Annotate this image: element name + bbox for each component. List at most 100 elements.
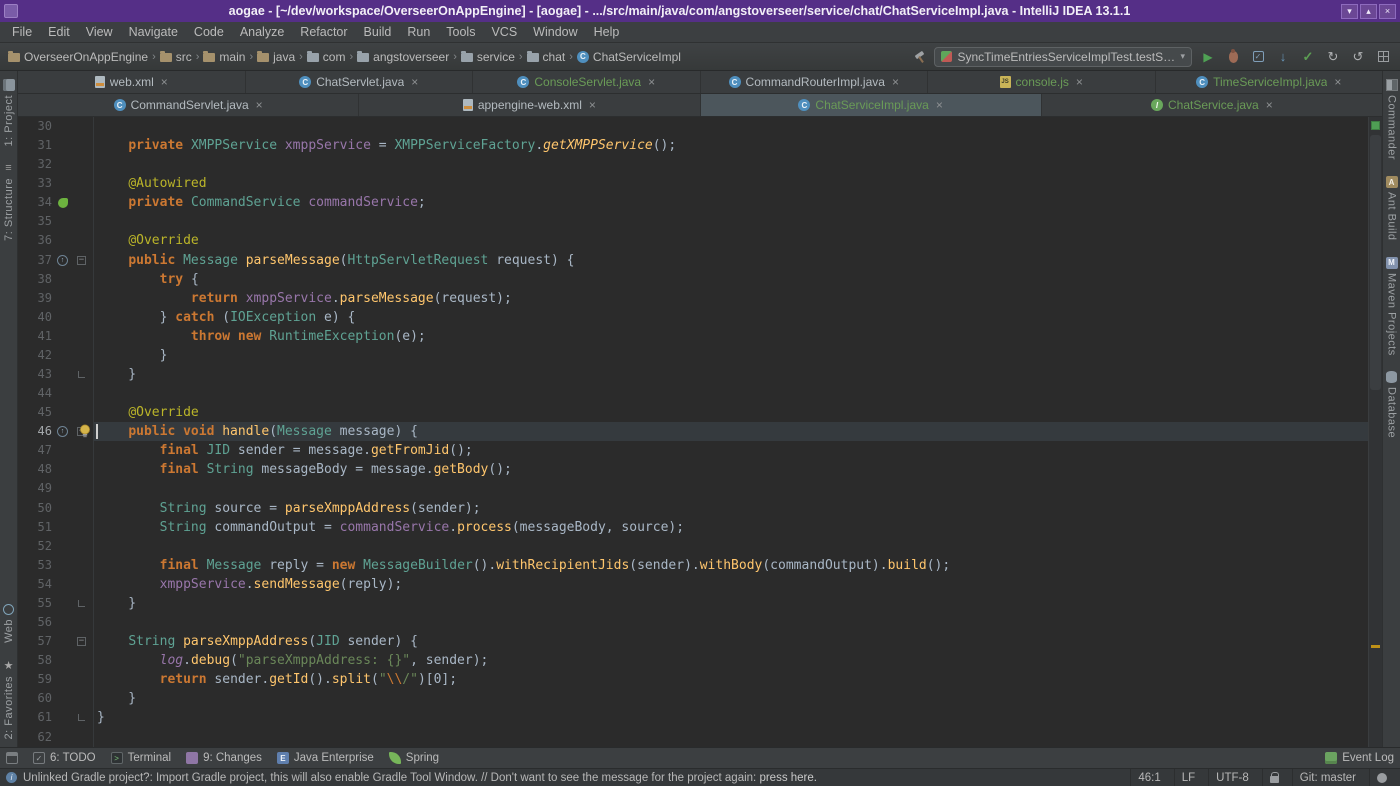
menu-window[interactable]: Window bbox=[525, 23, 585, 41]
close-button[interactable]: × bbox=[1379, 3, 1396, 19]
breadcrumb-java[interactable]: java bbox=[257, 50, 295, 64]
tab-consoleservlet-java[interactable]: C ConsoleServlet.java × bbox=[473, 71, 701, 93]
error-stripe-scrollbar[interactable] bbox=[1368, 117, 1382, 747]
fold-column[interactable] bbox=[73, 575, 90, 594]
lock-indicator[interactable] bbox=[1261, 769, 1286, 786]
gutter-line-34[interactable]: 34 bbox=[18, 193, 94, 213]
fold-end-icon[interactable] bbox=[78, 371, 85, 379]
gutter-line-36[interactable]: 36 bbox=[18, 231, 94, 251]
gutter-line-52[interactable]: 52 bbox=[18, 536, 94, 556]
breadcrumb-chatserviceimpl[interactable]: C ChatServiceImpl bbox=[576, 50, 681, 64]
export-settings-button[interactable] bbox=[1374, 48, 1392, 66]
line-number[interactable]: 43 bbox=[18, 365, 52, 384]
line-number[interactable]: 59 bbox=[18, 670, 52, 689]
fold-column[interactable] bbox=[73, 537, 90, 556]
breadcrumb-service[interactable]: service bbox=[460, 50, 515, 64]
line-number[interactable]: 42 bbox=[18, 346, 52, 365]
menu-help[interactable]: Help bbox=[586, 23, 628, 41]
line-number[interactable]: 36 bbox=[18, 231, 52, 250]
menu-build[interactable]: Build bbox=[356, 23, 400, 41]
tool-window-button-commander[interactable]: Commander bbox=[1385, 71, 1398, 168]
tab-close-icon[interactable]: × bbox=[892, 75, 899, 89]
gutter-line-57[interactable]: 57 − bbox=[18, 632, 94, 652]
gutter-line-58[interactable]: 58 bbox=[18, 651, 94, 671]
code-text[interactable] bbox=[94, 117, 1368, 136]
make-project-icon[interactable] bbox=[914, 50, 927, 63]
line-number[interactable]: 38 bbox=[18, 270, 52, 289]
tool-button-6-todo[interactable]: ✓ 6: TODO bbox=[33, 752, 96, 764]
highlighting-level-indicator[interactable] bbox=[1369, 769, 1394, 786]
line-number[interactable]: 37 bbox=[18, 251, 52, 270]
code-text[interactable]: xmppService.sendMessage(reply); bbox=[94, 575, 1368, 594]
gutter-line-53[interactable]: 53 bbox=[18, 555, 94, 575]
fold-column[interactable] bbox=[73, 193, 90, 212]
gutter-line-39[interactable]: 39 bbox=[18, 288, 94, 308]
code-text[interactable]: final JID sender = message.getFromJid(); bbox=[94, 441, 1368, 460]
line-separator-indicator[interactable]: LF bbox=[1173, 769, 1202, 786]
vcs-history-button[interactable]: ↻ bbox=[1324, 48, 1342, 66]
gutter-line-31[interactable]: 31 bbox=[18, 136, 94, 156]
info-icon[interactable]: i bbox=[6, 772, 17, 783]
gutter-line-49[interactable]: 49 bbox=[18, 479, 94, 499]
fold-column[interactable] bbox=[73, 174, 90, 193]
fold-column[interactable] bbox=[73, 327, 90, 346]
code-text[interactable]: final Message reply = new MessageBuilder… bbox=[94, 556, 1368, 575]
code-text[interactable]: throw new RuntimeException(e); bbox=[94, 327, 1368, 346]
tool-button-java-enterprise[interactable]: E Java Enterprise bbox=[276, 752, 374, 764]
fold-end-icon[interactable] bbox=[78, 599, 85, 607]
menu-refactor[interactable]: Refactor bbox=[292, 23, 355, 41]
gutter-line-59[interactable]: 59 bbox=[18, 670, 94, 690]
breadcrumb-main[interactable]: main bbox=[203, 50, 245, 64]
code-text[interactable]: } bbox=[94, 689, 1368, 708]
fold-column[interactable] bbox=[73, 117, 90, 136]
fold-column[interactable] bbox=[73, 308, 90, 327]
code-text[interactable]: } bbox=[94, 708, 1368, 727]
line-number[interactable]: 58 bbox=[18, 651, 52, 670]
line-number[interactable]: 30 bbox=[18, 117, 52, 136]
tab-close-icon[interactable]: × bbox=[161, 75, 168, 89]
code-editor[interactable]: 30 31 private XMPPService xmppService = X… bbox=[18, 117, 1368, 747]
code-text[interactable] bbox=[94, 728, 1368, 747]
code-text[interactable]: String parseXmppAddress(JID sender) { bbox=[94, 632, 1368, 651]
tool-window-button-maven-projects[interactable]: M Maven Projects bbox=[1385, 249, 1398, 364]
line-number[interactable]: 56 bbox=[18, 613, 52, 632]
gutter-line-33[interactable]: 33 bbox=[18, 174, 94, 194]
fold-column[interactable] bbox=[73, 384, 90, 403]
gutter-line-56[interactable]: 56 bbox=[18, 613, 94, 633]
maximize-button[interactable]: ▴ bbox=[1360, 3, 1377, 19]
gutter-line-62[interactable]: 62 bbox=[18, 727, 94, 747]
menu-file[interactable]: File bbox=[4, 23, 40, 41]
fold-collapse-icon[interactable]: − bbox=[77, 637, 86, 647]
code-text[interactable]: private XMPPService xmppService = XMPPSe… bbox=[94, 136, 1368, 155]
line-number[interactable]: 31 bbox=[18, 136, 52, 155]
line-number[interactable]: 49 bbox=[18, 479, 52, 498]
gutter-line-45[interactable]: 45 bbox=[18, 403, 94, 423]
line-number[interactable]: 48 bbox=[18, 460, 52, 479]
tab-close-icon[interactable]: × bbox=[411, 75, 418, 89]
code-text[interactable]: @Override bbox=[94, 403, 1368, 422]
run-configuration-select[interactable]: SyncTimeEntriesServiceImplTest.testSynci… bbox=[934, 46, 1192, 67]
gutter-line-35[interactable]: 35 bbox=[18, 212, 94, 232]
breadcrumb-src[interactable]: src bbox=[159, 50, 192, 64]
code-text[interactable]: private CommandService commandService; bbox=[94, 193, 1368, 212]
line-number[interactable]: 57 bbox=[18, 632, 52, 651]
tool-window-button-web[interactable]: Web bbox=[3, 596, 15, 651]
fold-column[interactable]: − bbox=[73, 632, 90, 651]
line-number[interactable]: 61 bbox=[18, 708, 52, 727]
fold-column[interactable] bbox=[73, 651, 90, 670]
code-text[interactable] bbox=[94, 384, 1368, 403]
line-number[interactable]: 51 bbox=[18, 518, 52, 537]
menu-code[interactable]: Code bbox=[186, 23, 232, 41]
code-text[interactable]: public void handle(Message message) { bbox=[80, 422, 1368, 442]
tab-chatservlet-java[interactable]: C ChatServlet.java × bbox=[246, 71, 473, 93]
line-number[interactable]: 35 bbox=[18, 212, 52, 231]
tab-commandservlet-java[interactable]: C CommandServlet.java × bbox=[18, 94, 360, 116]
line-number[interactable]: 41 bbox=[18, 327, 52, 346]
fold-column[interactable] bbox=[73, 556, 90, 575]
breadcrumb-com[interactable]: com bbox=[306, 50, 345, 64]
tab-appengine-web-xml[interactable]: appengine-web.xml × bbox=[359, 94, 701, 116]
fold-column[interactable] bbox=[73, 689, 90, 708]
code-text[interactable]: public Message parseMessage(HttpServletR… bbox=[94, 251, 1368, 270]
line-number[interactable]: 50 bbox=[18, 499, 52, 518]
tab-commandrouterimpl-java[interactable]: C CommandRouterImpl.java × bbox=[701, 71, 928, 93]
